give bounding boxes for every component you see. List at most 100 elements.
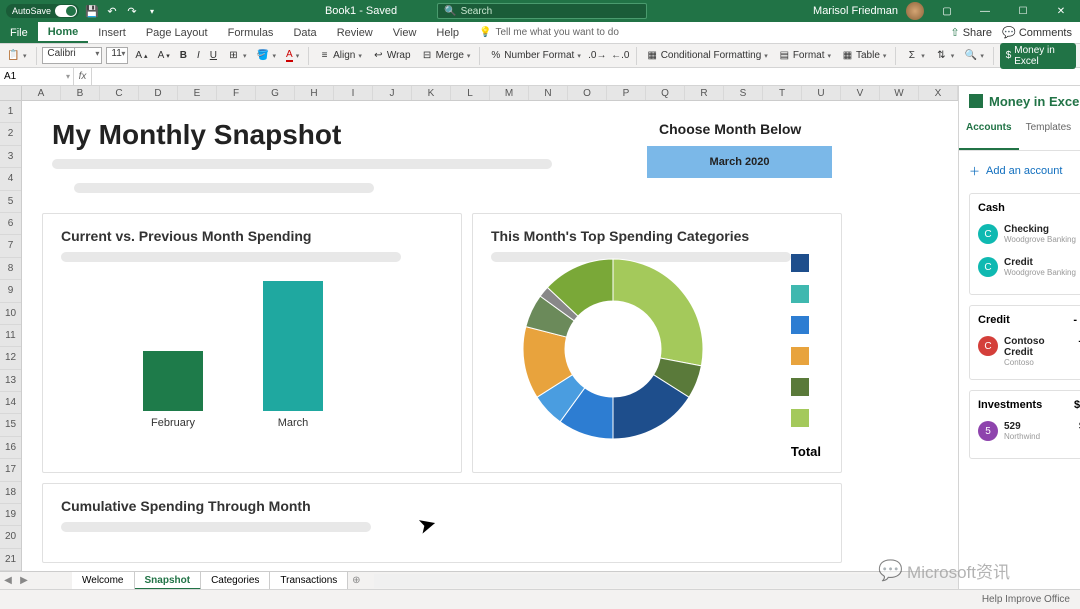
format-button[interactable]: ▤Format [775, 48, 834, 63]
account-row[interactable]: C CheckingWoodgrove Banking $2,208.09⋮ [978, 220, 1080, 253]
tab-file[interactable]: File [0, 22, 38, 43]
help-improve-link[interactable]: Help Improve Office [982, 594, 1070, 605]
tell-me-input[interactable]: 💡 Tell me what you want to do [469, 22, 619, 43]
column-header[interactable]: A [22, 86, 61, 100]
minimize-button[interactable]: — [970, 0, 1000, 22]
tab-insert[interactable]: Insert [88, 22, 136, 43]
underline-button[interactable]: U [207, 49, 220, 62]
merge-button[interactable]: ⊟Merge [418, 48, 474, 63]
tab-help[interactable]: Help [426, 22, 469, 43]
select-all-corner[interactable] [0, 86, 22, 100]
row-header[interactable]: 8 [0, 258, 21, 280]
fill-color-button[interactable]: 🪣 [254, 48, 280, 63]
column-header[interactable]: X [919, 86, 958, 100]
row-header[interactable]: 19 [0, 504, 21, 526]
column-header[interactable]: M [490, 86, 529, 100]
row-header[interactable]: 18 [0, 482, 21, 504]
find-button[interactable]: 🔍 [961, 48, 987, 63]
row-header[interactable]: 7 [0, 235, 21, 257]
share-button[interactable]: ⇧ Share [950, 26, 992, 39]
fx-button[interactable]: fx [74, 68, 92, 85]
row-header[interactable]: 11 [0, 325, 21, 347]
sheet-nav-next[interactable]: ▶ [16, 575, 32, 586]
tab-view[interactable]: View [383, 22, 427, 43]
money-in-excel-button[interactable]: $Money in Excel [1000, 43, 1076, 69]
row-header[interactable]: 14 [0, 392, 21, 414]
month-selector[interactable]: March 2020 [647, 146, 832, 178]
align-button[interactable]: ≡Align [315, 48, 365, 63]
formula-input[interactable] [92, 68, 1080, 85]
account-row[interactable]: C CreditWoodgrove Banking $6,548.47⋮ [978, 253, 1080, 286]
panel-tab-accounts[interactable]: Accounts [959, 116, 1019, 150]
decrease-decimal-button[interactable]: ←.0 [611, 48, 630, 63]
row-header[interactable]: 6 [0, 213, 21, 235]
italic-button[interactable]: I [194, 49, 203, 62]
shrink-font-button[interactable]: A▾ [155, 49, 173, 62]
search-input[interactable]: 🔍 Search [437, 3, 647, 19]
row-header[interactable]: 3 [0, 146, 21, 168]
close-button[interactable]: ✕ [1046, 0, 1076, 22]
row-header[interactable]: 13 [0, 370, 21, 392]
column-header[interactable]: D [139, 86, 178, 100]
column-header[interactable]: E [178, 86, 217, 100]
row-header[interactable]: 10 [0, 303, 21, 325]
column-header[interactable]: I [334, 86, 373, 100]
worksheet[interactable]: My Monthly Snapshot Choose Month Below M… [22, 101, 958, 571]
column-header[interactable]: T [763, 86, 802, 100]
column-header[interactable]: N [529, 86, 568, 100]
redo-icon[interactable]: ↷ [125, 4, 139, 18]
user-avatar[interactable] [906, 2, 924, 20]
maximize-button[interactable]: ☐ [1008, 0, 1038, 22]
column-header[interactable]: B [61, 86, 100, 100]
account-row[interactable]: C Contoso CreditContoso - $2,477.21⋮ [978, 332, 1080, 371]
sheet-nav-prev[interactable]: ◀ [0, 575, 16, 586]
save-icon[interactable]: 💾 [85, 4, 99, 18]
name-box[interactable]: A1 [0, 68, 74, 85]
font-name-select[interactable]: Calibri [42, 47, 102, 64]
row-header[interactable]: 1 [0, 101, 21, 123]
row-header[interactable]: 4 [0, 168, 21, 190]
autosum-button[interactable]: Σ [902, 48, 928, 63]
column-header[interactable]: R [685, 86, 724, 100]
column-header[interactable]: G [256, 86, 295, 100]
account-row[interactable]: 5 529Northwind $33,282.18⋮ [978, 417, 1080, 450]
horizontal-scrollbar[interactable] [374, 574, 958, 588]
sort-button[interactable]: ⇅ [932, 48, 958, 63]
row-header[interactable]: 12 [0, 347, 21, 369]
paste-button[interactable]: 📋 [4, 48, 30, 63]
row-header[interactable]: 16 [0, 437, 21, 459]
row-header[interactable]: 15 [0, 414, 21, 436]
new-sheet-button[interactable]: ⊕ [348, 575, 364, 586]
column-header[interactable]: S [724, 86, 763, 100]
row-header[interactable]: 17 [0, 459, 21, 481]
conditional-formatting-button[interactable]: ▦Conditional Formatting [643, 48, 771, 63]
autosave-toggle[interactable]: AutoSave [6, 4, 79, 18]
user-name[interactable]: Marisol Friedman [813, 5, 898, 17]
column-header[interactable]: W [880, 86, 919, 100]
column-header[interactable]: J [373, 86, 412, 100]
column-header[interactable]: Q [646, 86, 685, 100]
tab-data[interactable]: Data [283, 22, 326, 43]
sheet-tab-snapshot[interactable]: Snapshot [135, 572, 202, 590]
font-size-select[interactable]: 11 [106, 47, 128, 64]
row-header[interactable]: 21 [0, 549, 21, 571]
number-format-button[interactable]: %Number Format [486, 48, 584, 63]
column-header[interactable]: F [217, 86, 256, 100]
column-header[interactable]: O [568, 86, 607, 100]
bold-button[interactable]: B [177, 49, 190, 62]
panel-tab-templates[interactable]: Templates [1019, 116, 1079, 150]
increase-decimal-button[interactable]: .0→ [588, 48, 607, 63]
wrap-button[interactable]: ↩Wrap [369, 48, 414, 63]
tab-page-layout[interactable]: Page Layout [136, 22, 218, 43]
sheet-tab-transactions[interactable]: Transactions [270, 572, 348, 590]
row-header[interactable]: 9 [0, 280, 21, 302]
column-header[interactable]: K [412, 86, 451, 100]
column-header[interactable]: V [841, 86, 880, 100]
comments-button[interactable]: 💬 Comments [1002, 26, 1072, 39]
sheet-tab-welcome[interactable]: Welcome [72, 572, 135, 590]
row-header[interactable]: 2 [0, 123, 21, 145]
column-header[interactable]: C [100, 86, 139, 100]
tab-formulas[interactable]: Formulas [218, 22, 284, 43]
table-button[interactable]: ▦Table [838, 48, 889, 63]
column-header[interactable]: L [451, 86, 490, 100]
